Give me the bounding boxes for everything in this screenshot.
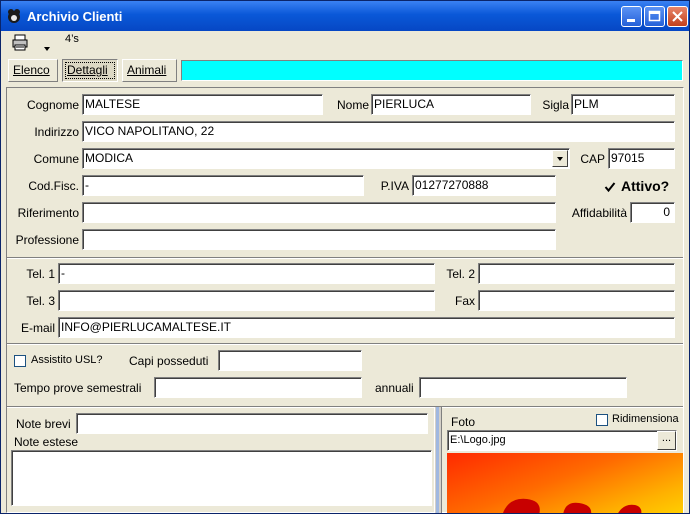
comune-value: MODICA	[85, 151, 133, 165]
annuali-label: annuali	[375, 381, 414, 395]
printer-icon	[12, 34, 50, 51]
tab-animali[interactable]: Animali	[122, 59, 177, 82]
maximize-icon	[648, 10, 661, 22]
sort-button[interactable]: 4’s	[63, 33, 85, 55]
sigla-field[interactable]: PLM	[571, 94, 675, 115]
minimize-icon	[627, 19, 635, 22]
cognome-label: Cognome	[26, 98, 79, 112]
affidabilita-label: Affidabilità	[571, 206, 627, 220]
tab-bar: Elenco Dettagli Animali	[1, 57, 689, 85]
capi-posseduti-field[interactable]	[218, 350, 362, 371]
tel3-label: Tel. 3	[26, 294, 55, 308]
title-bar[interactable]: Archivio Clienti	[1, 1, 689, 31]
note-brevi-field[interactable]	[76, 413, 428, 434]
sigla-label: Sigla	[542, 98, 569, 112]
window-title: Archivio Clienti	[27, 9, 123, 24]
tab-dettagli[interactable]: Dettagli	[62, 59, 118, 82]
foto-path-field[interactable]: E:\Logo.jpg	[447, 430, 677, 451]
fax-label: Fax	[454, 294, 475, 308]
maximize-button[interactable]	[644, 6, 665, 27]
tab-elenco[interactable]: Elenco	[8, 59, 58, 82]
comune-dropdown-button[interactable]	[552, 150, 568, 167]
comune-label: Comune	[33, 152, 79, 166]
archivio-clienti-window: Archivio Clienti 4’s Elenco Dettagli Ani…	[0, 0, 690, 514]
email-label: E-mail	[20, 321, 55, 335]
divider-usl	[7, 343, 683, 345]
divider-contatti	[7, 257, 683, 259]
foto-preview-image	[447, 453, 683, 513]
splitter-handle[interactable]	[434, 407, 442, 513]
toolbar: 4’s	[1, 31, 689, 57]
tel2-field[interactable]	[478, 263, 675, 284]
cap-field[interactable]: 97015	[608, 148, 675, 169]
close-button[interactable]	[667, 6, 688, 27]
email-field[interactable]: INFO@PIERLUCAMALTESE.IT	[58, 317, 675, 338]
status-bar	[181, 60, 683, 81]
foto-label: Foto	[451, 415, 476, 429]
foto-path-value: E:\Logo.jpg	[450, 434, 506, 446]
nome-label: Nome	[336, 98, 369, 112]
divider-note	[7, 406, 683, 408]
tel1-label: Tel. 1	[26, 267, 55, 281]
professione-label: Professione	[15, 233, 79, 247]
sort-label: 4’s	[65, 33, 79, 45]
close-icon	[672, 11, 683, 22]
print-button[interactable]	[11, 33, 51, 55]
ridimensiona-checkbox[interactable]	[596, 414, 608, 426]
tel3-field[interactable]	[58, 290, 435, 311]
app-icon	[8, 9, 20, 23]
note-estese-label: Note estese	[14, 435, 79, 449]
attivo-label: Attivo?	[621, 178, 670, 194]
logo-image	[503, 498, 642, 513]
tel1-field[interactable]: -	[58, 263, 435, 284]
attivo-checkbox[interactable]	[604, 181, 616, 193]
codfisc-field[interactable]: -	[82, 175, 364, 196]
checkmark-icon	[604, 182, 616, 193]
professione-field[interactable]	[82, 229, 556, 250]
cap-label: CAP	[580, 152, 605, 166]
minimize-button[interactable]	[621, 6, 642, 27]
cognome-field[interactable]: MALTESE	[82, 94, 323, 115]
piva-label: P.IVA	[380, 179, 409, 193]
indirizzo-label: Indirizzo	[34, 125, 79, 139]
tempo-prove-semestrali-field[interactable]	[154, 377, 362, 398]
foto-browse-button[interactable]: ...	[657, 431, 676, 450]
annuali-field[interactable]	[419, 377, 627, 398]
capi-posseduti-label: Capi posseduti	[129, 354, 209, 368]
codfisc-label: Cod.Fisc.	[28, 179, 79, 193]
riferimento-label: Riferimento	[17, 206, 79, 220]
riferimento-field[interactable]	[82, 202, 556, 223]
assistito-usl-checkbox[interactable]	[14, 355, 26, 367]
assistito-usl-label: Assistito USL?	[31, 354, 103, 366]
chevron-down-icon	[557, 157, 563, 161]
note-brevi-label: Note brevi	[16, 417, 71, 431]
fax-field[interactable]	[478, 290, 675, 311]
affidabilita-field[interactable]: 0	[630, 202, 675, 223]
ridimensiona-label: Ridimensiona	[612, 413, 679, 425]
tempo-prove-label: Tempo prove semestrali	[14, 381, 142, 395]
note-estese-textarea[interactable]	[11, 450, 432, 506]
comune-combobox[interactable]: MODICA	[82, 148, 570, 169]
tel2-label: Tel. 2	[446, 267, 475, 281]
indirizzo-field[interactable]: VICO NAPOLITANO, 22	[82, 121, 675, 142]
piva-field[interactable]: 01277270888	[412, 175, 556, 196]
nome-field[interactable]: PIERLUCA	[371, 94, 531, 115]
